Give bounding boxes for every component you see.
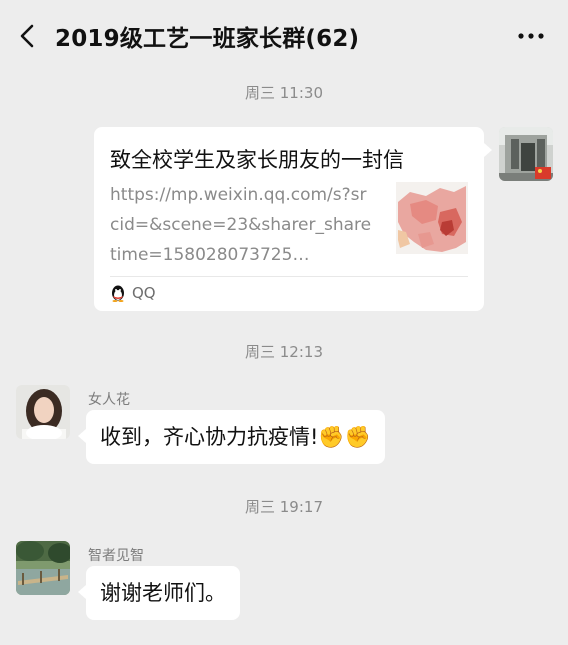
qq-penguin-icon	[112, 285, 124, 302]
card-source: QQ	[110, 284, 156, 302]
timestamp: 周三 19:17	[245, 498, 323, 516]
timestamp: 周三 11:30	[245, 84, 323, 102]
sender-name: 女人花	[88, 392, 130, 408]
card-source-label: QQ	[132, 284, 156, 302]
card-description: https://mp.weixin.qq.com/s?srcid=&scene=…	[110, 185, 372, 265]
avatar[interactable]	[16, 385, 70, 439]
bubble-tail	[484, 143, 492, 157]
sender-name: 智者见智	[88, 548, 144, 564]
timestamp: 周三 12:13	[245, 343, 323, 361]
card-title: 致全校学生及家长朋友的一封信	[110, 148, 404, 172]
message-bubble[interactable]: 收到，齐心协力抗疫情!✊✊	[86, 410, 385, 464]
bubble-tail	[78, 429, 86, 443]
avatar[interactable]	[499, 127, 553, 181]
card-divider	[110, 276, 468, 277]
bubble-tail	[78, 585, 86, 599]
nav-bar: 2019级工艺一班家长群(62)	[0, 0, 568, 70]
avatar[interactable]	[16, 541, 70, 595]
map-thumbnail	[396, 182, 468, 254]
more-dots-icon[interactable]	[516, 26, 546, 46]
chevron-left-icon[interactable]	[14, 22, 42, 50]
avatar-image	[16, 541, 70, 595]
chat-title: 2019级工艺一班家长群(62)	[55, 26, 360, 52]
avatar-image	[499, 127, 553, 181]
link-card[interactable]: 致全校学生及家长朋友的一封信 https://mp.weixin.qq.com/…	[94, 127, 484, 311]
avatar-image	[16, 385, 70, 439]
message-bubble[interactable]: 谢谢老师们。	[86, 566, 240, 620]
